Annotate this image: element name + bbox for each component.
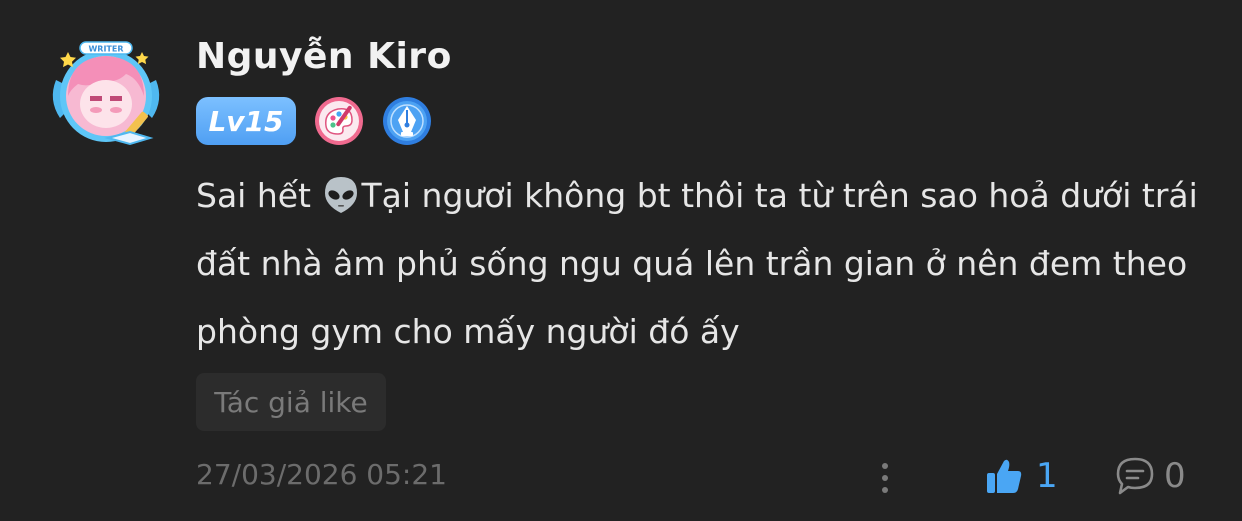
reply-count: 0 bbox=[1164, 456, 1186, 496]
author-like-badge: Tác giả like bbox=[196, 373, 386, 431]
like-button[interactable]: 1 bbox=[984, 454, 1058, 498]
thumbs-up-icon bbox=[987, 459, 1022, 493]
svg-text:WRITER: WRITER bbox=[88, 45, 123, 54]
more-options-button[interactable] bbox=[870, 458, 900, 498]
palette-badge-icon[interactable] bbox=[314, 96, 364, 146]
comment-text-start: Sai hết bbox=[196, 176, 322, 215]
comment-timestamp: 27/03/2026 05:21 bbox=[196, 458, 447, 491]
comment-bubble-icon bbox=[1116, 457, 1154, 495]
reply-button[interactable]: 0 bbox=[1114, 454, 1186, 498]
badges-row: Lv15 bbox=[196, 96, 432, 146]
comment-text: Sai hết Tại ngươi không bt thôi ta từ tr… bbox=[196, 162, 1206, 366]
alien-emoji-icon bbox=[325, 177, 358, 213]
avatar-writer-frame: WRITER bbox=[52, 41, 160, 146]
avatar[interactable]: WRITER bbox=[46, 40, 166, 150]
more-vertical-icon bbox=[882, 463, 888, 493]
like-count: 1 bbox=[1036, 456, 1058, 496]
level-badge[interactable]: Lv15 bbox=[196, 97, 296, 145]
pen-nib-badge-icon[interactable] bbox=[382, 96, 432, 146]
username[interactable]: Nguyễn Kiro bbox=[196, 36, 452, 77]
